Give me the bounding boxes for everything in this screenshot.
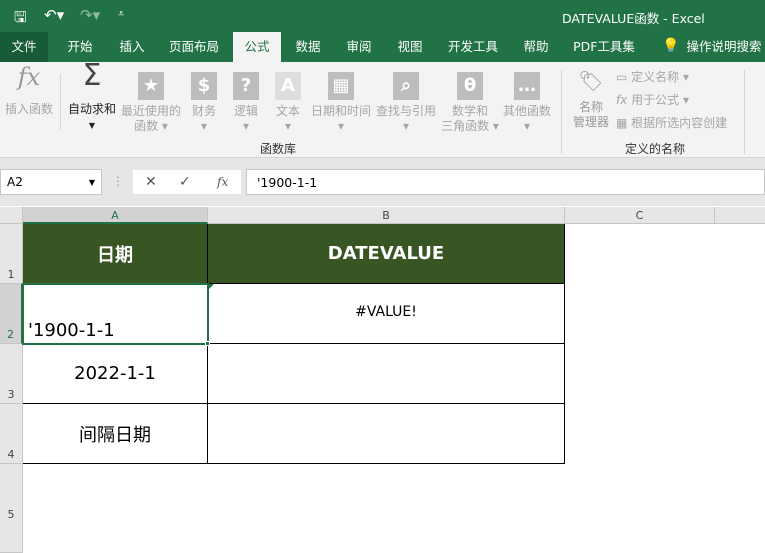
error-indicator[interactable] — [208, 284, 214, 290]
tab-developer[interactable]: 开发工具 — [440, 32, 506, 62]
ribbon: fx 插入函数 Σ 自动求和 ▼ ★ 最近使用的 函数 ▾ $ 财务 ▾ ? 逻辑 ▾ A文… — [0, 58, 765, 158]
label: 文本 — [275, 104, 300, 118]
worksheet-grid: A B C 1 2 3 4 5 日期 DATEVALUE '1900-1-1 #… — [0, 207, 765, 553]
label: 财务 — [191, 104, 216, 118]
name-box-value: A2 — [7, 175, 23, 189]
tab-insert[interactable]: 插入 — [108, 32, 156, 62]
question-book-icon: ? — [233, 72, 259, 100]
formula-input[interactable]: '1900-1-1 — [246, 169, 765, 195]
more-book-icon: … — [514, 72, 540, 100]
group-label-function-library: 函数库 — [259, 142, 296, 156]
tab-page-layout[interactable]: 页面布局 — [160, 32, 228, 62]
autosum-button[interactable]: Σ 自动求和 ▼ — [64, 58, 120, 133]
label: 自动求和 — [67, 102, 116, 116]
calendar-book-icon: ▦ — [328, 72, 354, 100]
cell-a3[interactable]: 2022-1-1 — [23, 344, 208, 404]
row-header-1[interactable]: 1 — [0, 224, 23, 284]
use-in-formula-button[interactable]: fx 用于公式 ▾ — [616, 93, 689, 108]
tab-data[interactable]: 数据 — [284, 32, 332, 62]
sigma-icon: Σ — [82, 58, 102, 93]
label: 查找与引用 — [375, 104, 436, 118]
financial-button[interactable]: $ 财务 ▾ — [186, 72, 222, 134]
title-bar: 🖫 ↶▾ ↷▾ ⩡ DATEVALUE函数 - Excel — [0, 0, 765, 32]
tab-review[interactable]: 审阅 — [335, 32, 383, 62]
redo-icon[interactable]: ↷▾ — [80, 6, 100, 24]
label: 逻辑 — [233, 104, 258, 118]
cell-b3[interactable] — [208, 344, 565, 404]
text-button[interactable]: A 文本 ▾ — [270, 72, 306, 134]
create-from-selection-button[interactable]: ▦ 根据所选内容创建 — [616, 116, 727, 131]
logical-button[interactable]: ? 逻辑 ▾ — [228, 72, 264, 134]
row-header-4[interactable]: 4 — [0, 404, 23, 464]
group-label-defined-names: 定义的名称 — [624, 142, 685, 156]
label: 根据所选内容创建 — [631, 116, 728, 130]
ribbon-tabs: 文件 开始 插入 页面布局 公式 数据 审阅 视图 开发工具 帮助 PDF工具集… — [0, 32, 765, 62]
label: 最近使用的 — [120, 104, 181, 118]
row-header-2[interactable]: 2 — [0, 284, 23, 344]
column-header-a[interactable]: A — [23, 207, 208, 224]
theta-book-icon: θ — [457, 72, 483, 100]
fx-icon: fx — [17, 63, 41, 91]
customize-qat-icon[interactable]: ⩡ — [118, 7, 124, 21]
label: 函数 — [134, 119, 159, 133]
label: 日期和时间 — [310, 104, 371, 118]
column-header-d — [715, 207, 765, 224]
row-header-5[interactable]: 5 — [0, 464, 23, 553]
enter-icon[interactable]: ✓ — [179, 174, 191, 190]
label: 插入函数 — [4, 102, 53, 116]
chevron-down-icon[interactable]: ▼ — [89, 178, 95, 187]
column-header-b[interactable]: B — [208, 207, 565, 224]
selection-border — [22, 283, 209, 345]
label: 用于公式 — [631, 93, 680, 107]
cell-a1[interactable]: 日期 — [23, 224, 208, 284]
cell-b2[interactable]: #VALUE! — [208, 284, 565, 344]
row-header-3[interactable]: 3 — [0, 344, 23, 404]
tell-me-search[interactable]: 操作说明搜索 — [684, 32, 764, 62]
tab-file[interactable]: 文件 — [0, 32, 48, 62]
insert-function-button[interactable]: fx 插入函数 — [2, 63, 56, 117]
window-title: DATEVALUE函数 - Excel — [562, 11, 705, 26]
save-icon[interactable]: 🖫 — [14, 7, 27, 32]
insert-function-icon[interactable]: fx — [217, 175, 228, 189]
undo-icon[interactable]: ↶▾ — [44, 6, 64, 24]
lookup-button[interactable]: ⌕ 查找与引用 ▾ — [374, 72, 438, 134]
more-functions-button[interactable]: … 其他函数 ▾ — [500, 72, 554, 134]
column-header-c[interactable]: C — [565, 207, 715, 224]
name-box[interactable]: A2 ▼ — [0, 169, 102, 195]
cancel-icon[interactable]: ✕ — [145, 174, 157, 190]
coins-book-icon: $ — [191, 72, 217, 100]
formula-bar-area: A2 ▼ ⋮ ✕ ✓ fx '1900-1-1 — [0, 158, 765, 206]
label: 三角函数 — [441, 119, 490, 133]
text-book-icon: A — [275, 72, 301, 100]
name-tags-icon: 🏷 — [578, 69, 604, 93]
lightbulb-icon: 💡 — [662, 38, 680, 54]
fill-handle[interactable] — [205, 341, 210, 346]
label: 名称 — [578, 100, 603, 114]
label: 数学和 — [451, 104, 488, 118]
star-book-icon: ★ — [138, 72, 164, 100]
cell-a4[interactable]: 间隔日期 — [23, 404, 208, 464]
label: 其他函数 — [502, 104, 551, 118]
magnifier-book-icon: ⌕ — [393, 72, 419, 100]
define-name-button[interactable]: ▭ 定义名称 ▾ — [616, 70, 689, 85]
tab-formulas[interactable]: 公式 — [233, 32, 281, 62]
tab-view[interactable]: 视图 — [386, 32, 434, 62]
tab-pdf[interactable]: PDF工具集 — [566, 32, 642, 62]
name-manager-button[interactable]: 🏷 名称 管理器 — [568, 69, 614, 130]
more-icon: ⋮ — [112, 174, 124, 188]
select-all-corner[interactable] — [0, 207, 23, 224]
datetime-button[interactable]: ▦ 日期和时间 ▾ — [308, 72, 374, 134]
tab-help[interactable]: 帮助 — [512, 32, 560, 62]
math-trig-button[interactable]: θ 数学和 三角函数 ▾ — [440, 72, 500, 134]
cell-b1[interactable]: DATEVALUE — [208, 224, 565, 284]
recent-functions-button[interactable]: ★ 最近使用的 函数 ▾ — [120, 72, 182, 134]
label: 管理器 — [572, 115, 609, 129]
cell-b4[interactable] — [208, 404, 565, 464]
label: 定义名称 — [631, 70, 680, 84]
